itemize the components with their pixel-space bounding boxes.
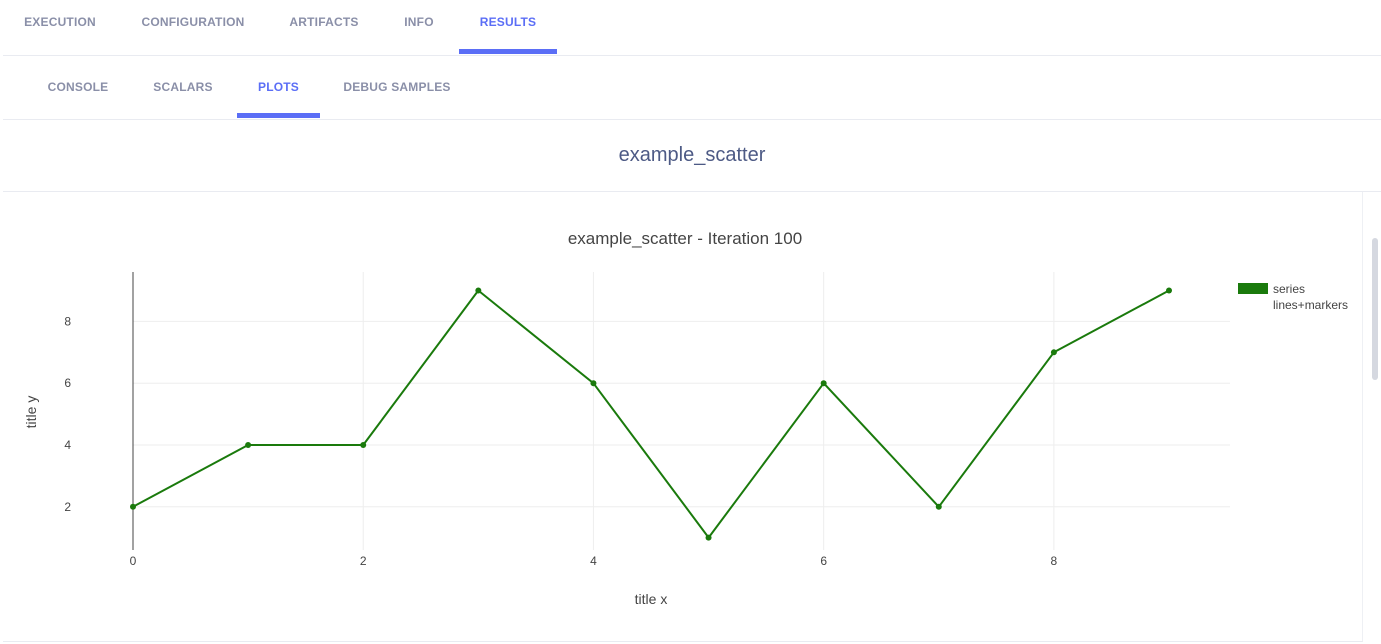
subtab-debug-samples-label: DEBUG SAMPLES <box>343 80 451 94</box>
data-point[interactable] <box>705 534 712 541</box>
subtab-debug-samples[interactable]: DEBUG SAMPLES <box>333 56 461 119</box>
y-tick-label: 4 <box>64 438 71 452</box>
tab-configuration-label: CONFIGURATION <box>141 15 245 29</box>
legend-entry-line-2: lines+markers <box>1273 298 1348 312</box>
tab-info[interactable]: INFO <box>379 0 459 55</box>
x-tick-label: 0 <box>130 554 137 568</box>
subtab-console[interactable]: CONSOLE <box>33 56 123 119</box>
data-point[interactable] <box>360 441 367 448</box>
data-point[interactable] <box>130 503 136 510</box>
legend-entry-line-1: series <box>1273 282 1305 296</box>
scatter-chart[interactable]: example_scatter - Iteration 100 0 2 4 6 8 2 4 6… <box>0 192 1362 642</box>
subtab-scalars[interactable]: SCALARS <box>137 56 229 119</box>
tab-results[interactable]: RESULTS <box>459 0 557 55</box>
x-axis-label: title x <box>635 591 668 607</box>
tab-configuration[interactable]: CONFIGURATION <box>117 0 269 55</box>
tab-artifacts[interactable]: ARTIFACTS <box>269 0 379 55</box>
subtab-plots[interactable]: PLOTS <box>237 56 320 119</box>
y-axis-label: title y <box>23 396 39 429</box>
x-tick-label: 2 <box>360 554 367 568</box>
tab-results-label: RESULTS <box>479 15 537 29</box>
x-tick-label: 8 <box>1051 554 1058 568</box>
chart-legend[interactable]: series lines+markers <box>1238 282 1348 312</box>
y-tick-label: 2 <box>64 500 71 514</box>
chart-title: example_scatter - Iteration 100 <box>568 229 802 248</box>
data-point[interactable] <box>1050 349 1057 356</box>
data-point[interactable] <box>1166 287 1172 294</box>
page: EXECUTION CONFIGURATION ARTIFACTS INFO R… <box>0 0 1381 644</box>
tab-artifacts-label: ARTIFACTS <box>289 15 359 29</box>
y-tick-label: 6 <box>64 376 71 390</box>
series-line <box>132 289 1170 539</box>
data-point[interactable] <box>245 441 252 448</box>
chart-series <box>130 287 1172 541</box>
subtab-plots-label: PLOTS <box>257 80 299 94</box>
chart-axes: 0 2 4 6 8 2 4 6 8 <box>64 272 1058 568</box>
subtab-console-label: CONSOLE <box>47 80 109 94</box>
data-point[interactable] <box>820 380 827 387</box>
subtab-plots-active-indicator <box>237 113 320 118</box>
top-tabs: EXECUTION CONFIGURATION ARTIFACTS INFO R… <box>3 0 1381 56</box>
data-point[interactable] <box>590 380 597 387</box>
x-tick-label: 4 <box>590 554 597 568</box>
y-tick-label: 8 <box>64 314 71 328</box>
chart-grid <box>133 272 1230 550</box>
tab-results-active-indicator <box>459 49 557 54</box>
data-point[interactable] <box>475 287 482 294</box>
tab-info-label: INFO <box>404 15 434 29</box>
data-point[interactable] <box>935 503 942 510</box>
sub-tabs: CONSOLE SCALARS PLOTS DEBUG SAMPLES <box>3 56 1381 120</box>
legend-swatch <box>1238 283 1268 294</box>
tab-execution-label: EXECUTION <box>24 15 96 29</box>
x-tick-label: 6 <box>820 554 827 568</box>
tab-execution[interactable]: EXECUTION <box>3 0 117 55</box>
vertical-scrollbar[interactable] <box>1372 238 1378 380</box>
plot-group-title: example_scatter <box>3 120 1381 192</box>
subtab-scalars-label: SCALARS <box>153 80 213 94</box>
